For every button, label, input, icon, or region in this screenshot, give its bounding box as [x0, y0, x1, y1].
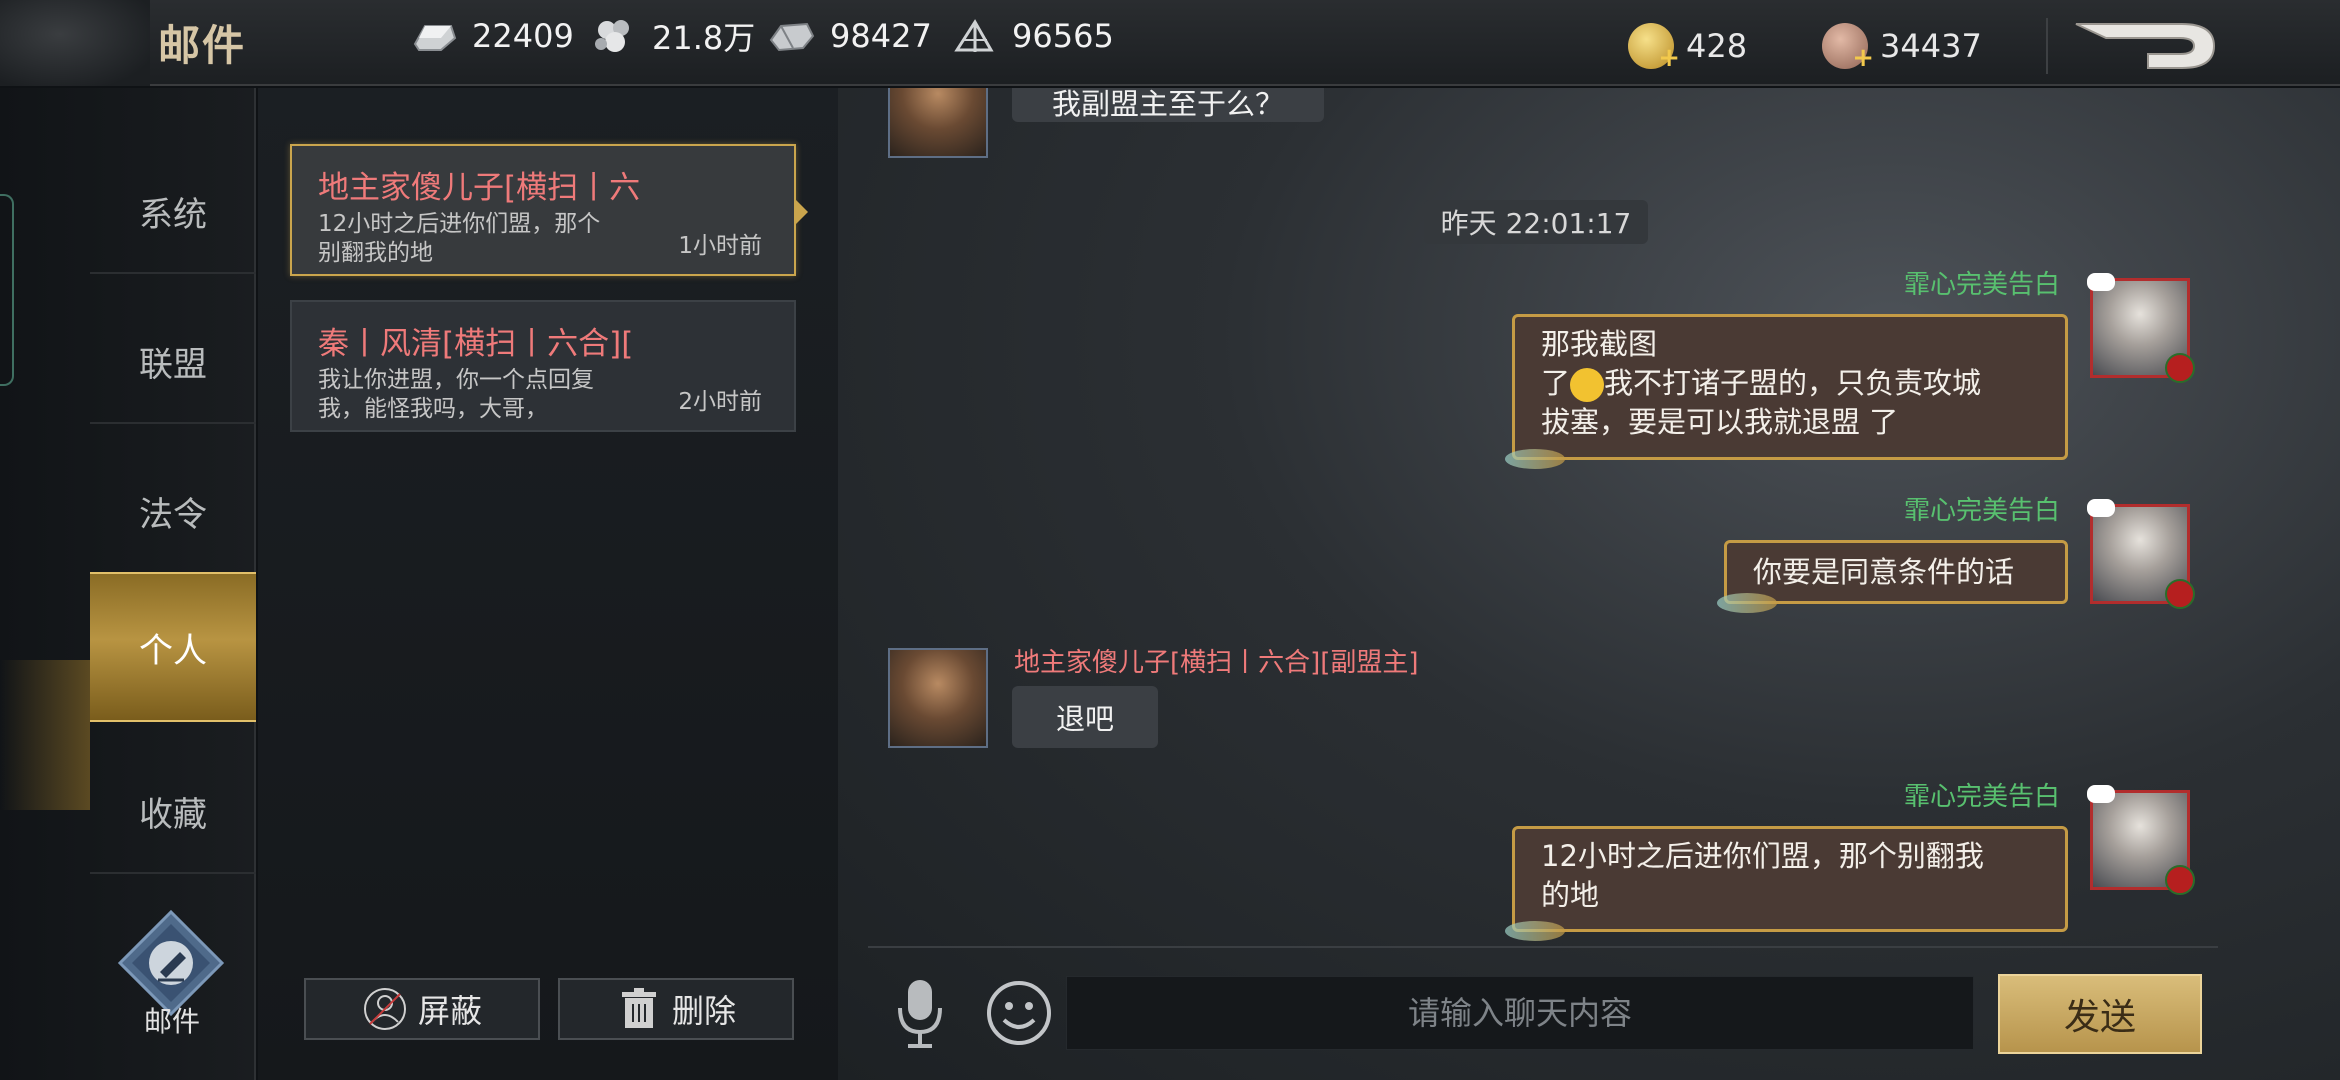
sidebar-item-decree[interactable]: 法令 — [90, 436, 256, 586]
chat-panel: 我副盟主至于么？ 昨天 22:01:17 霏心完美告白 那我截图 了我不打诸子盟… — [838, 88, 2340, 1080]
my-name: 霏心完美告白 — [1904, 496, 2061, 526]
mail-sender: 地主家傻儿子[横扫丨六 — [318, 170, 641, 206]
sidebar-divider — [90, 272, 256, 274]
sidebar-item-favorites[interactable]: 收藏 — [90, 736, 256, 886]
message-line-prefix: 了 — [1541, 366, 1571, 400]
mail-preview: 12小时之后进你们盟，那个别翻我的地 — [318, 211, 601, 266]
message-line: 12小时之后进你们盟，那个别翻我 — [1541, 839, 1984, 873]
food-icon — [590, 16, 638, 56]
my-avatar[interactable] — [2087, 785, 2195, 895]
sidebar-item-personal[interactable]: 个人 — [90, 572, 256, 722]
my-avatar[interactable] — [2087, 273, 2195, 383]
gold-coin-add-icon[interactable]: + — [1628, 23, 1680, 73]
chat-input[interactable] — [1066, 976, 1974, 1050]
sidebar-divider — [90, 872, 256, 874]
mail-list-item[interactable]: 地主家傻儿子[横扫丨六 12小时之后进你们盟，那个别翻我的地 1小时前 — [290, 144, 808, 276]
sidebar-item-system[interactable]: 系统 — [90, 136, 256, 286]
mail-sender: 秦丨风清[横扫丨六合][ — [318, 326, 634, 362]
ore-icon — [768, 16, 816, 56]
resource-value: 98427 — [830, 17, 932, 55]
copper-coin-add-icon[interactable]: + — [1822, 23, 1874, 73]
mail-time: 2小时前 — [678, 389, 762, 415]
delete-label: 删除 — [671, 992, 736, 1030]
back-button[interactable] — [2070, 16, 2220, 76]
message-line: 拔塞，要是可以我就退盟 了 — [1541, 405, 1899, 439]
voice-input-button[interactable] — [894, 978, 946, 1050]
sidebar-divider — [90, 422, 256, 424]
message-bubble: 我副盟主至于么？ — [1012, 88, 1324, 122]
mail-list-item[interactable]: 秦丨风清[横扫丨六合][ 我让你进盟，你一个点回复我，能怪我吗，大哥， 2小时前 — [290, 300, 796, 432]
sender-avatar[interactable] — [888, 88, 988, 158]
resource-value: 21.8万 — [652, 19, 756, 57]
my-avatar[interactable] — [2087, 499, 2195, 609]
message-bubble: 12小时之后进你们盟，那个别翻我 的地 — [1505, 826, 2068, 941]
resource-ore[interactable]: 98427 — [768, 16, 932, 56]
compose-label: 邮件 — [143, 1005, 200, 1038]
message-line: 了我不打诸子盟的，只负责攻城 — [1541, 364, 2039, 403]
resource-food[interactable]: 21.8万 — [590, 16, 756, 57]
currency-value: 428 — [1686, 27, 1748, 65]
ingot-icon — [410, 16, 458, 56]
block-label: 屏蔽 — [417, 992, 482, 1030]
mail-list-panel: 地主家傻儿子[横扫丨六 12小时之后进你们盟，那个别翻我的地 1小时前 秦丨风清… — [258, 88, 838, 1080]
resource-value: 96565 — [1012, 17, 1114, 55]
my-name: 霏心完美告白 — [1904, 270, 2061, 300]
page-title: 邮件 — [158, 21, 247, 70]
active-tab-glow — [0, 660, 90, 810]
input-divider — [868, 946, 2218, 948]
wood-icon — [950, 16, 998, 56]
back-arrow-icon — [2075, 23, 2216, 69]
copper-currency[interactable]: + 34437 — [1822, 22, 1982, 73]
message-line: 那我截图 — [1541, 327, 1658, 361]
message-line-text: 我不打诸子盟的，只负责攻城 — [1604, 366, 1982, 400]
trash-icon — [616, 986, 662, 1032]
top-bar: 邮件 22409 21.8万 98427 96565 + 428 + 34437 — [0, 0, 2340, 86]
bubble-ornament — [1505, 921, 1565, 941]
resource-ingot[interactable]: 22409 — [410, 16, 574, 56]
sender-avatar[interactable] — [888, 648, 988, 748]
currency-value: 34437 — [1880, 27, 1982, 65]
sidebar-edge-decoration — [0, 194, 14, 386]
chat-timestamp: 昨天 22:01:17 — [1424, 200, 1648, 244]
emoji-button[interactable] — [986, 980, 1052, 1046]
block-button[interactable]: 屏蔽 — [304, 978, 540, 1040]
bubble-ornament — [1717, 593, 1777, 613]
mail-preview: 我让你进盟，你一个点回复我，能怪我吗，大哥， — [318, 367, 594, 422]
bubble-ornament — [1505, 449, 1565, 469]
sender-name: 地主家傻儿子[横扫丨六合][副盟主] — [1014, 648, 1419, 678]
message-line: 你要是同意条件的话 — [1753, 555, 2015, 589]
resource-value: 22409 — [472, 17, 574, 55]
delete-button[interactable]: 删除 — [558, 978, 794, 1040]
block-user-icon — [362, 986, 408, 1032]
message-bubble: 那我截图 了我不打诸子盟的，只负责攻城 拔塞，要是可以我就退盟 了 — [1505, 314, 2068, 469]
header-art — [0, 0, 150, 86]
message-line: 的地 — [1541, 878, 1600, 912]
message-bubble: 退吧 — [1012, 686, 1158, 748]
send-button[interactable]: 发送 — [1998, 974, 2202, 1054]
gold-currency[interactable]: + 428 — [1628, 22, 1748, 73]
sidebar-item-alliance[interactable]: 联盟 — [90, 286, 256, 436]
resource-wood[interactable]: 96565 — [950, 16, 1114, 56]
header-divider — [2046, 18, 2048, 74]
message-bubble: 你要是同意条件的话 — [1717, 540, 2068, 613]
smiley-icon — [987, 981, 1051, 1045]
microphone-icon — [898, 980, 942, 1048]
my-name: 霏心完美告白 — [1904, 782, 2061, 812]
mail-time: 1小时前 — [678, 233, 762, 259]
smile-emoji-icon — [1570, 368, 1605, 402]
